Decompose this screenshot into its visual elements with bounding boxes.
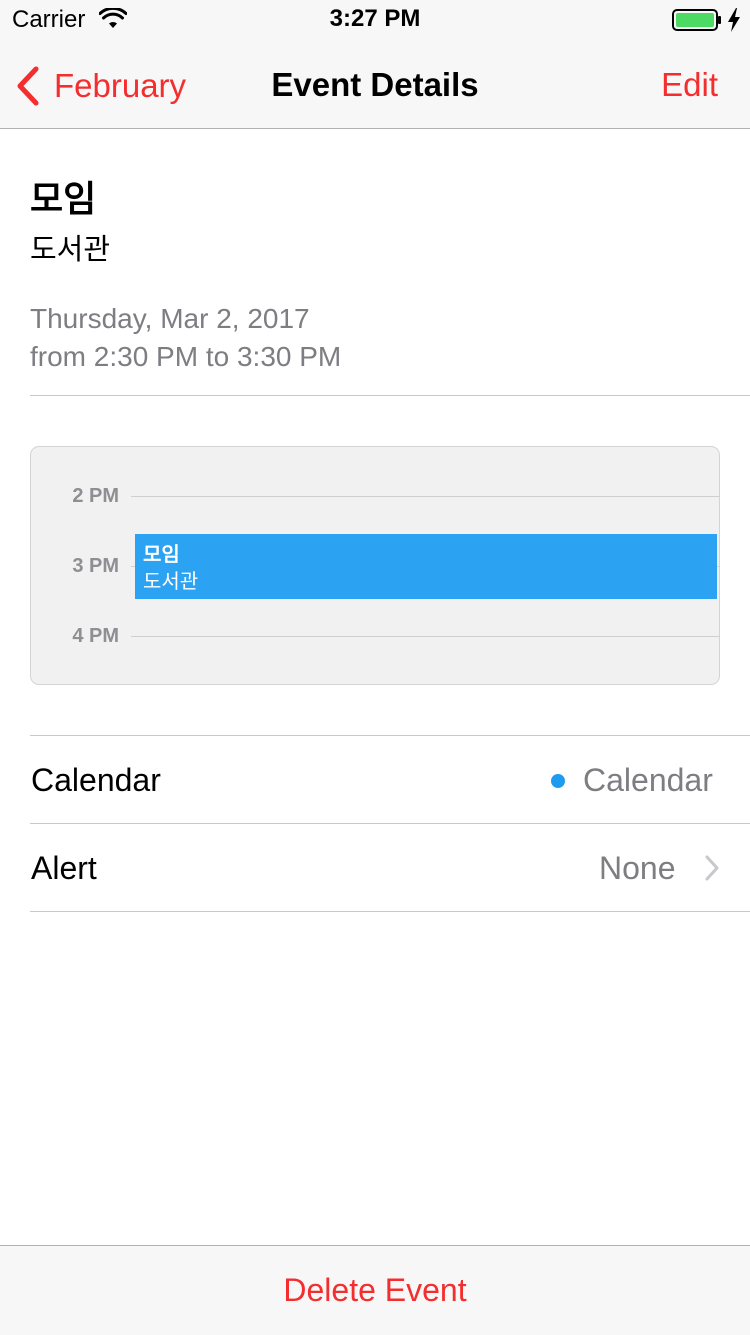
calendar-color-dot-icon [551,774,565,788]
hour-label: 3 PM [72,555,119,577]
edit-button[interactable]: Edit [661,66,718,104]
preview-event-title: 모임 [143,544,180,566]
back-button[interactable]: February [14,64,186,108]
alert-row-label: Alert [31,850,97,886]
calendar-row-value: Calendar [583,762,713,798]
calendar-row-label: Calendar [31,762,161,798]
back-button-label: February [54,67,187,104]
charging-bolt-icon [728,8,740,32]
day-preview[interactable]: 2 PM 3 PM 4 PM 모임 도서관 [30,446,720,685]
preview-event-block[interactable]: 모임 도서관 [135,534,717,599]
divider [30,911,750,912]
battery-icon [672,9,721,31]
hour-label: 4 PM [72,625,119,647]
alert-row[interactable]: Alert None [30,824,750,912]
navigation-bar: February Event Details Edit [0,40,750,129]
alert-row-value: None [599,850,676,886]
status-time: 3:27 PM [329,5,421,32]
calendar-row[interactable]: Calendar Calendar [30,736,750,824]
hour-line [131,496,719,497]
event-time-range: from 2:30 PM to 3:30 PM [30,341,342,372]
bottom-toolbar: Delete Event [0,1245,750,1335]
event-location: 도서관 [30,234,111,266]
chevron-right-icon [705,855,719,881]
event-date: Thursday, Mar 2, 2017 [30,303,310,334]
delete-event-button[interactable]: Delete Event [0,1272,750,1309]
hour-line [131,636,719,637]
hour-label: 2 PM [72,485,119,507]
chevron-left-icon [17,66,39,106]
divider [30,395,750,396]
status-bar: Carrier 3:27 PM [0,0,750,40]
event-title: 모임 [30,178,97,219]
preview-event-location: 도서관 [143,571,199,593]
